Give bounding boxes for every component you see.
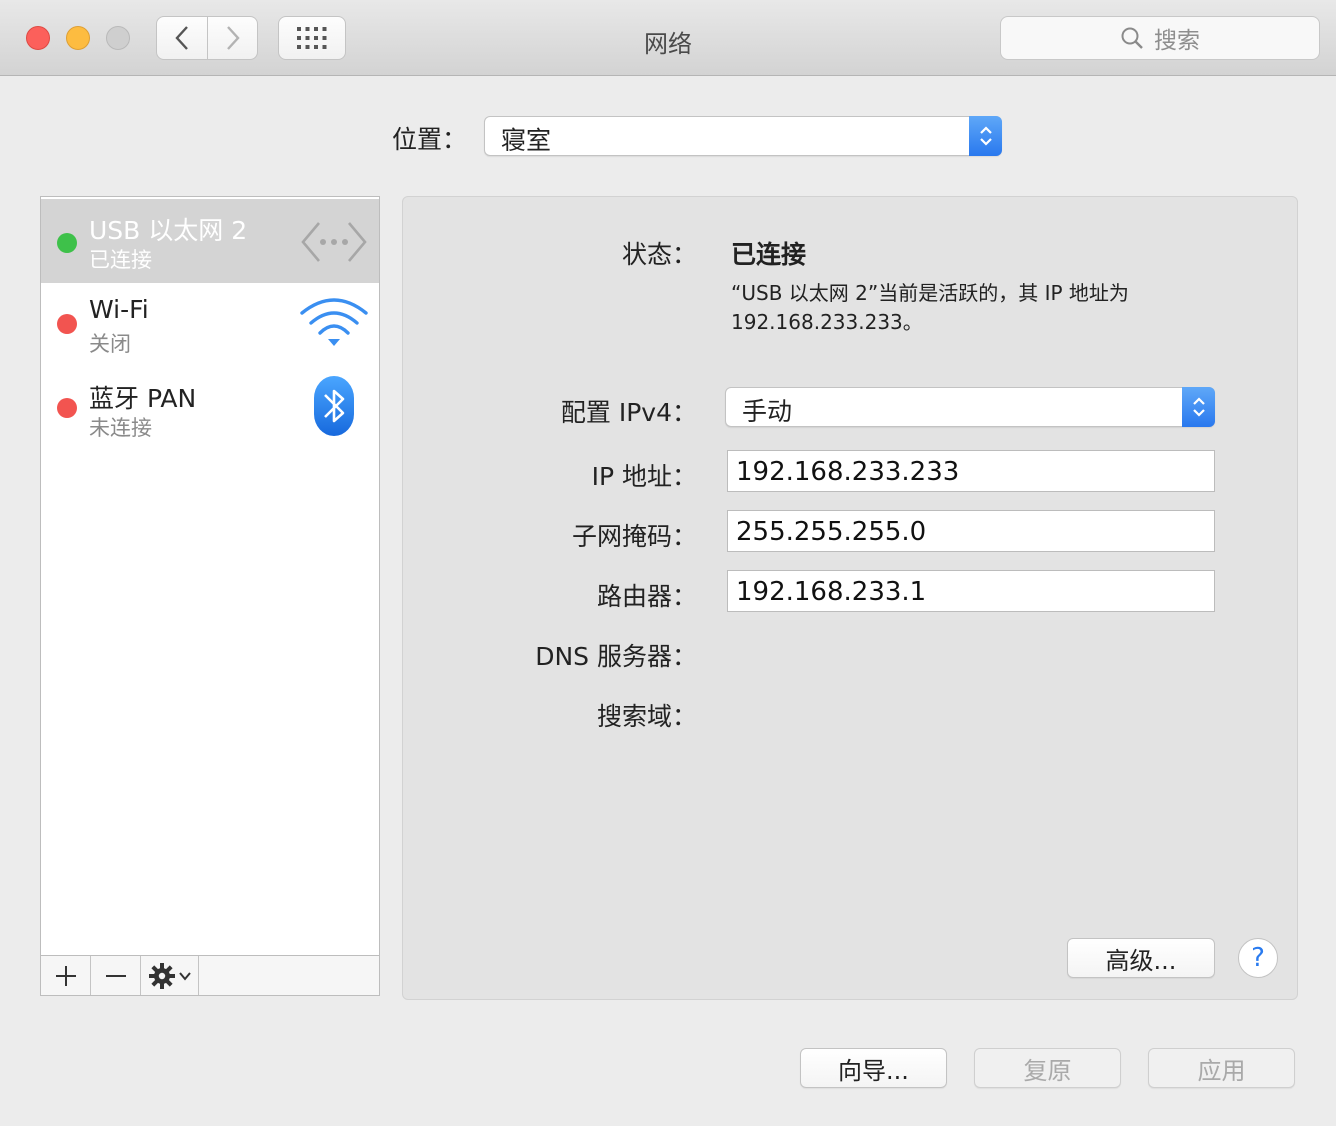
status-description: “USB 以太网 2”当前是活跃的，其 IP 地址为 192.168.233.2… bbox=[731, 279, 1191, 337]
service-item-wifi[interactable]: Wi-Fi 关闭 bbox=[41, 283, 379, 367]
ethernet-icon bbox=[301, 222, 367, 262]
service-status: 未连接 bbox=[89, 416, 152, 440]
service-list-toolbar bbox=[41, 955, 379, 995]
location-value: 寝室 bbox=[501, 126, 552, 155]
router-label: 路由器： bbox=[596, 582, 697, 611]
bluetooth-icon bbox=[314, 376, 354, 436]
revert-button[interactable]: 复原 bbox=[974, 1048, 1121, 1088]
status-dot bbox=[57, 314, 77, 334]
status-value: 已连接 bbox=[731, 240, 807, 269]
detail-panel: 状态： 已连接 “USB 以太网 2”当前是活跃的，其 IP 地址为 192.1… bbox=[402, 196, 1298, 1000]
wifi-icon bbox=[300, 298, 368, 346]
status-dot bbox=[57, 233, 77, 253]
router-field[interactable]: 192.168.233.1 bbox=[727, 570, 1215, 612]
service-status: 已连接 bbox=[89, 248, 152, 272]
service-list: USB 以太网 2 已连接 Wi-Fi 关闭 蓝牙 PAN 未连接 bbox=[40, 196, 380, 996]
status-description-line1: “USB 以太网 2”当前是活跃的，其 IP 地址为 bbox=[731, 281, 1129, 305]
service-name: USB 以太网 2 bbox=[89, 216, 248, 245]
status-description-line2: 192.168.233.233。 bbox=[731, 310, 923, 334]
status-dot bbox=[57, 398, 77, 418]
add-service-button[interactable] bbox=[41, 956, 91, 995]
remove-service-button[interactable] bbox=[91, 956, 141, 995]
dns-server-label: DNS 服务器： bbox=[535, 642, 697, 671]
ip-address-label: IP 地址： bbox=[591, 462, 697, 491]
configure-ipv4-value: 手动 bbox=[742, 397, 793, 426]
updown-chevron-icon bbox=[979, 126, 992, 146]
search-icon bbox=[1121, 27, 1143, 49]
title-bar: 网络 搜索 bbox=[0, 0, 1336, 76]
status-label: 状态： bbox=[621, 240, 697, 269]
location-stepper bbox=[969, 116, 1002, 156]
configure-ipv4-label: 配置 IPv4： bbox=[560, 398, 697, 427]
apply-button[interactable]: 应用 bbox=[1148, 1048, 1295, 1088]
service-status: 关闭 bbox=[89, 332, 131, 356]
search-placeholder: 搜索 bbox=[1154, 28, 1200, 54]
plus-icon bbox=[55, 965, 76, 986]
action-menu-button[interactable] bbox=[141, 956, 199, 995]
ip-address-field[interactable]: 192.168.233.233 bbox=[727, 450, 1215, 492]
location-label: 位置： bbox=[392, 125, 468, 154]
location-popup[interactable]: 寝室 bbox=[484, 116, 1002, 156]
service-name: Wi-Fi bbox=[89, 295, 149, 324]
service-name: 蓝牙 PAN bbox=[89, 384, 197, 413]
subnet-mask-label: 子网掩码： bbox=[571, 522, 697, 551]
service-item-bluetooth-pan[interactable]: 蓝牙 PAN 未连接 bbox=[41, 367, 379, 451]
minus-icon bbox=[105, 974, 126, 977]
chevron-down-icon bbox=[178, 971, 191, 981]
search-field[interactable]: 搜索 bbox=[1000, 16, 1320, 60]
updown-chevron-icon bbox=[1192, 397, 1205, 417]
gear-icon bbox=[148, 962, 175, 989]
help-button[interactable]: ? bbox=[1238, 938, 1278, 978]
service-item-usb-ethernet[interactable]: USB 以太网 2 已连接 bbox=[41, 199, 379, 283]
subnet-mask-field[interactable]: 255.255.255.0 bbox=[727, 510, 1215, 552]
configure-ipv4-stepper bbox=[1182, 387, 1215, 427]
assist-me-button[interactable]: 向导... bbox=[800, 1048, 947, 1088]
advanced-button[interactable]: 高级... bbox=[1067, 938, 1215, 978]
configure-ipv4-popup[interactable]: 手动 bbox=[725, 387, 1215, 427]
search-domain-label: 搜索域： bbox=[596, 702, 697, 731]
